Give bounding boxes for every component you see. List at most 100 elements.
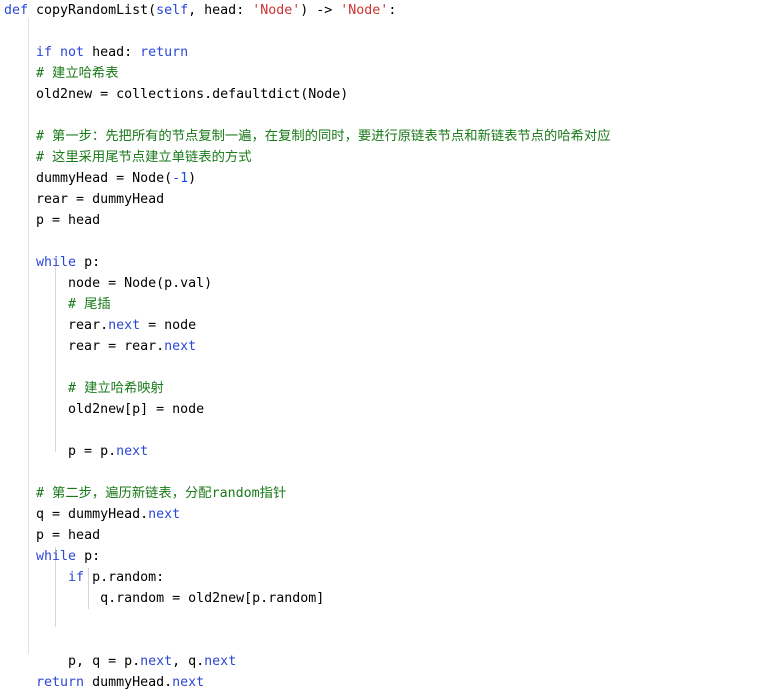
code-line[interactable]: old2new = collections.defaultdict(Node) (0, 84, 759, 105)
token-plain: rear = dummyHead (36, 192, 165, 207)
code-line[interactable]: q.random = old2new[p.random] (0, 588, 759, 609)
token-cmt: # (68, 381, 85, 396)
token-cmt: # (36, 66, 53, 81)
token-kw: if not (36, 45, 85, 60)
token-attr: next (172, 675, 205, 690)
code-line[interactable] (0, 630, 759, 651)
code-line[interactable]: # 建立哈希表 (0, 63, 759, 84)
code-line[interactable]: rear = rear.next (0, 336, 759, 357)
token-kw: return (36, 675, 85, 690)
token-cmt: # (36, 150, 53, 165)
token-attr: next (164, 339, 197, 354)
token-plain: old2new[p] = node (68, 402, 205, 417)
token-cmt: 建立哈希表 (52, 66, 119, 81)
code-line[interactable] (0, 357, 759, 378)
token-plain: p: (76, 255, 101, 270)
token-cmt: 建立哈希映射 (84, 381, 164, 396)
token-cmt: # (36, 129, 53, 144)
code-line[interactable]: rear.next = node (0, 315, 759, 336)
code-line[interactable]: p = p.next (0, 441, 759, 462)
token-plain: head: (84, 45, 141, 60)
token-cmt: 这里采用尾节点建立单链表的方式 (52, 150, 252, 165)
code-line[interactable]: # 第一步：先把所有的节点复制一遍，在复制的同时，要进行原链表节点和新链表节点的… (0, 126, 759, 147)
token-plain: p, q = p. (68, 654, 141, 669)
code-line[interactable] (0, 231, 759, 252)
token-cmt: 第一步：先把所有的节点复制一遍，在复制的同时，要进行原链表节点和新链表节点的哈希… (52, 129, 611, 144)
token-plain: rear = rear. (68, 339, 165, 354)
token-cmt: random (211, 486, 260, 501)
code-line[interactable]: if not head: return (0, 42, 759, 63)
code-line[interactable] (0, 21, 759, 42)
token-plain: ) (188, 171, 197, 186)
code-line[interactable]: p = head (0, 525, 759, 546)
token-plain: , q. (172, 654, 205, 669)
token-kw: while (36, 255, 77, 270)
token-plain: q = dummyHead. (36, 507, 149, 522)
token-plain: copyRandomList( (28, 3, 157, 18)
token-plain: q.random = old2new[p.random] (100, 591, 325, 606)
token-plain: = node (140, 318, 197, 333)
code-line[interactable] (0, 105, 759, 126)
token-kw: if (68, 570, 85, 585)
code-line[interactable]: def copyRandomList(self, head: 'Node') -… (0, 0, 759, 21)
code-line[interactable]: # 尾插 (0, 294, 759, 315)
token-plain: p = p. (68, 444, 117, 459)
code-line[interactable]: dummyHead = Node(-1) (0, 168, 759, 189)
code-block[interactable]: def copyRandomList(self, head: 'Node') -… (0, 0, 759, 693)
code-line[interactable]: p = head (0, 210, 759, 231)
token-attr: next (108, 318, 141, 333)
token-cmt: 指针 (259, 486, 287, 501)
token-str: 'Node' (340, 3, 389, 18)
token-plain: p = head (36, 213, 101, 228)
code-line[interactable]: # 建立哈希映射 (0, 378, 759, 399)
code-line[interactable]: p, q = p.next, q.next (0, 651, 759, 672)
code-line[interactable]: q = dummyHead.next (0, 504, 759, 525)
token-attr: next (148, 507, 181, 522)
code-line[interactable] (0, 420, 759, 441)
token-kw: while (36, 549, 77, 564)
token-plain: old2new = collections.defaultdict(Node) (36, 87, 349, 102)
token-plain: rear. (68, 318, 109, 333)
code-line[interactable]: # 第二步，遍历新链表，分配random指针 (0, 483, 759, 504)
code-line[interactable]: old2new[p] = node (0, 399, 759, 420)
token-num: -1 (172, 171, 189, 186)
code-line[interactable]: node = Node(p.val) (0, 273, 759, 294)
token-plain: , head: (188, 3, 253, 18)
token-plain: p.random: (84, 570, 165, 585)
token-cmt: 尾插 (84, 297, 111, 312)
code-line[interactable]: while p: (0, 546, 759, 567)
code-line[interactable]: rear = dummyHead (0, 189, 759, 210)
token-plain: dummyHead = Node( (36, 171, 173, 186)
code-line[interactable] (0, 462, 759, 483)
code-line[interactable]: return dummyHead.next (0, 672, 759, 693)
token-kw: return (140, 45, 189, 60)
code-line[interactable]: while p: (0, 252, 759, 273)
code-editor-viewport: def copyRandomList(self, head: 'Node') -… (0, 0, 759, 690)
code-line[interactable] (0, 609, 759, 630)
token-self: self (156, 3, 189, 18)
token-plain: p: (76, 549, 101, 564)
code-line[interactable]: # 这里采用尾节点建立单链表的方式 (0, 147, 759, 168)
token-attr: next (204, 654, 237, 669)
token-plain: ) -> (300, 3, 341, 18)
code-line[interactable]: if p.random: (0, 567, 759, 588)
